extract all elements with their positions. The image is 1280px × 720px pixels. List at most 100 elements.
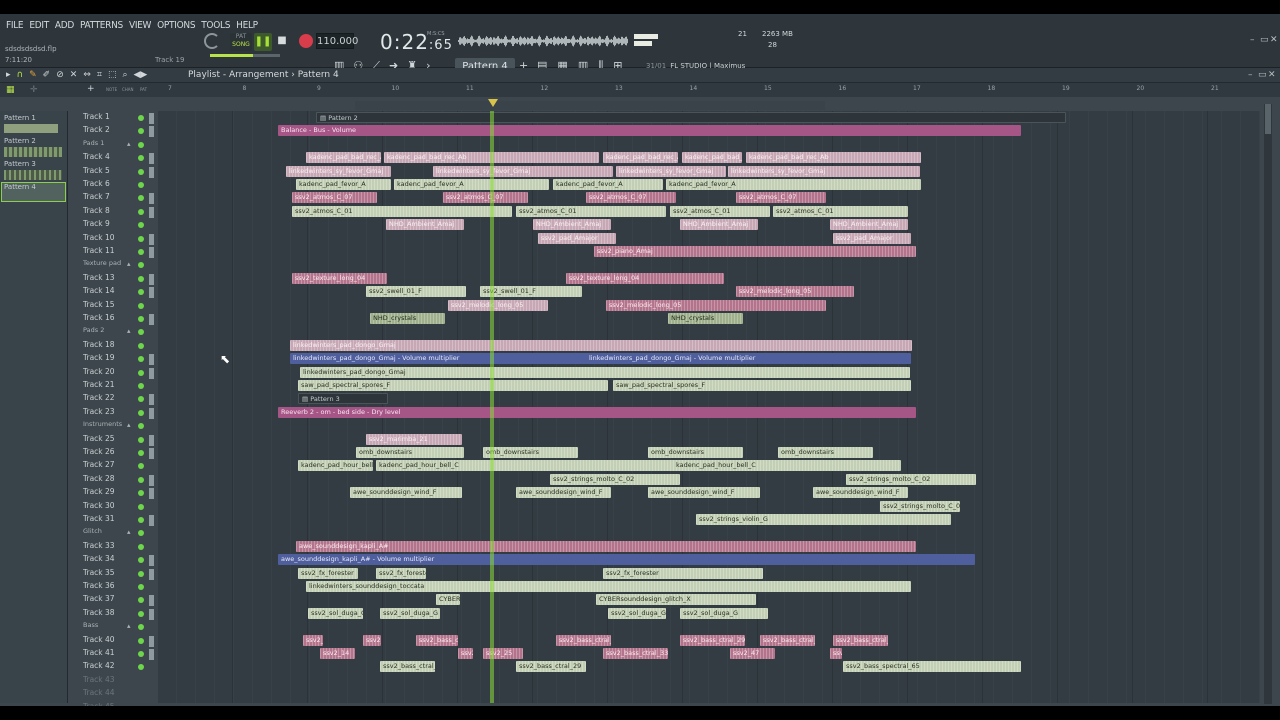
audio-clip[interactable]: linkedwinters_sy_fevor_Gmaj <box>616 165 726 177</box>
audio-clip[interactable]: awe_sounddesign_wind_F <box>516 487 611 499</box>
audio-clip[interactable]: NHD_Ambient_Amaj <box>386 219 464 231</box>
track-mute-led[interactable] <box>138 262 144 269</box>
track-header[interactable]: Track 25 <box>80 434 156 447</box>
track-mute-led[interactable] <box>138 141 144 148</box>
track-mute-led[interactable] <box>138 517 144 523</box>
track-mute-led[interactable] <box>138 155 144 162</box>
audio-clip[interactable]: ssv2_10 <box>303 634 323 646</box>
audio-clip[interactable]: ssv2_atmos_C_07 <box>443 192 528 204</box>
track-header[interactable]: Track 33 <box>80 541 156 554</box>
audio-clip[interactable]: ssv2_atmos_C_07 <box>292 192 377 204</box>
track-group-header[interactable]: Glitch ▴ <box>80 527 156 540</box>
playhead-marker[interactable] <box>488 99 498 107</box>
audio-clip[interactable]: ssv2_47 <box>730 648 775 659</box>
track-mute-led[interactable] <box>138 423 144 430</box>
audio-clip[interactable]: ssv2_melodic_long_05 <box>606 299 826 311</box>
audio-clip[interactable]: linkedwinters_pad_dongo_Gmaj <box>290 339 912 351</box>
audio-clip[interactable]: CYBERsounddesign_glitch_X <box>436 594 460 606</box>
maximize-icon[interactable]: ▭ <box>1260 35 1269 45</box>
vertical-scrollbar[interactable] <box>1264 104 1272 704</box>
collapse-arrow-icon[interactable]: ▴ <box>127 260 131 268</box>
audio-clip[interactable]: kadenc_pad_fevor_A <box>394 179 549 190</box>
track-mute-led[interactable] <box>138 275 144 282</box>
audio-clip[interactable]: ssv2_fx_forester <box>298 567 358 579</box>
audio-clip[interactable]: omb_downstairs <box>778 447 873 458</box>
automation-clip[interactable]: Balance - Bus - Volume <box>278 125 1021 137</box>
pencil-icon[interactable]: ✎ <box>29 70 37 80</box>
audio-clip[interactable]: awe_sounddesign_wind_F <box>813 487 908 499</box>
audio-clip[interactable]: ssv2_texture_long_04 <box>292 272 387 284</box>
track-header[interactable]: Track 11 <box>80 246 156 259</box>
delete-icon[interactable]: ⊘ <box>56 70 64 80</box>
audio-clip[interactable]: ssv2_bass_ctral_29 <box>760 634 815 646</box>
audio-clip[interactable]: kadenc_pad_bad_rec_Ab <box>746 152 921 164</box>
audio-clip[interactable]: ssv2_sol_duga_G <box>680 607 768 619</box>
track-group-header[interactable]: Bass ▴ <box>80 621 156 634</box>
track-mute-led[interactable] <box>138 637 144 644</box>
collapse-arrow-icon[interactable]: ▴ <box>127 528 131 536</box>
automation-clip[interactable]: linkedwinters_pad_dongo_Gmaj - Volume mu… <box>586 353 911 365</box>
audio-clip[interactable]: linkedwinters_pad_dongo_Gmaj <box>300 366 910 378</box>
audio-clip[interactable]: kadenc_pad_hour_bell_C <box>673 460 901 472</box>
audio-clip[interactable]: ssv2_sol_duga_G <box>608 607 666 619</box>
audio-clip[interactable]: ssv2_strings_molto_C_02 <box>846 473 976 485</box>
audio-clip[interactable]: ssv2_bass_ctral_29 <box>416 634 458 646</box>
picker-add-icon[interactable]: ✛ <box>30 85 38 95</box>
audio-clip[interactable]: kadenc_pad_fevor_A <box>296 179 391 190</box>
pattern-item[interactable]: Pattern 2 <box>2 137 65 145</box>
audio-clip[interactable]: ssv2_marimba_21 <box>366 433 462 445</box>
record-button[interactable] <box>299 34 313 48</box>
track-mute-led[interactable] <box>138 235 144 242</box>
track-header[interactable]: Track 44 <box>80 688 156 701</box>
track-header[interactable]: Track 9 <box>80 219 156 232</box>
tempo-field[interactable]: 110.000 <box>316 33 358 49</box>
stop-button[interactable]: ■ <box>276 35 288 47</box>
track-mute-led[interactable] <box>138 490 144 497</box>
track-header[interactable]: Track 37 <box>80 594 156 607</box>
track-mute-led[interactable] <box>138 383 144 389</box>
track-header[interactable]: Track 31 <box>80 514 156 527</box>
track-mute-led[interactable] <box>138 543 144 550</box>
audio-clip[interactable]: ssv2_atmos_C_01 <box>292 205 512 217</box>
audio-clip[interactable]: kadenc_pad_fevor_A <box>666 179 921 190</box>
menu-patterns[interactable]: PATTERNS <box>80 20 123 31</box>
audio-clip[interactable]: ssv2_swell_01_F <box>480 286 582 298</box>
track-mute-led[interactable] <box>138 584 144 590</box>
audio-clip[interactable]: ssv2_bass_ctral_33 <box>603 648 668 659</box>
track-header[interactable]: Track 43 <box>80 675 156 688</box>
track-header[interactable]: Track 38 <box>80 608 156 621</box>
track-header[interactable]: Track 2 <box>80 125 156 138</box>
master-volume-slider[interactable] <box>210 54 280 57</box>
track-mute-led[interactable] <box>138 369 144 376</box>
track-mute-led[interactable] <box>138 624 144 631</box>
track-mute-led[interactable] <box>138 208 144 215</box>
track-group-header[interactable]: Instruments ▴ <box>80 420 156 433</box>
track-mute-led[interactable] <box>138 168 144 175</box>
audio-clip[interactable]: ssv2_bass_ctral_29 <box>556 634 611 646</box>
audio-clip[interactable]: kadenc_pad_bad_rec_Ab <box>603 152 678 164</box>
select-icon[interactable]: ⬚ <box>108 70 117 80</box>
track-header[interactable]: Track 28 <box>80 474 156 487</box>
magnet-icon[interactable]: ∩ <box>17 70 24 80</box>
track-header[interactable]: Track 19 <box>80 353 156 366</box>
menu-options[interactable]: OPTIONS <box>157 20 195 31</box>
audio-clip[interactable]: linkedwinters_sy_fevor_Gmaj <box>433 165 613 177</box>
track-mute-led[interactable] <box>138 664 144 671</box>
track-header[interactable]: Track 35 <box>80 568 156 581</box>
track-mute-led[interactable] <box>138 570 144 577</box>
menu-view[interactable]: VIEW <box>129 20 151 31</box>
track-mute-led[interactable] <box>138 557 144 564</box>
audio-clip[interactable]: ssv2_strings_molto_C_02 <box>550 473 680 485</box>
audio-clip[interactable]: linkedwinters_sounddesign_toccata <box>306 581 911 592</box>
track-mute-led[interactable] <box>138 302 144 309</box>
track-mute-led[interactable] <box>138 610 144 617</box>
audio-clip[interactable]: ssv2_14 <box>458 648 473 659</box>
audio-clip[interactable]: ssv2_atmos_C_01 <box>670 205 770 217</box>
track-mute-led[interactable] <box>138 409 144 416</box>
audio-clip[interactable]: ssv2_melodic_long_05 <box>448 299 548 311</box>
track-header[interactable]: Track 36 <box>80 581 156 594</box>
collapse-arrow-icon[interactable]: ▴ <box>127 622 131 630</box>
audio-clip[interactable]: kadenc_pad_hour_bell_C <box>298 460 373 472</box>
tempo-tap-icon[interactable] <box>204 33 220 49</box>
track-mute-led[interactable] <box>138 195 144 202</box>
